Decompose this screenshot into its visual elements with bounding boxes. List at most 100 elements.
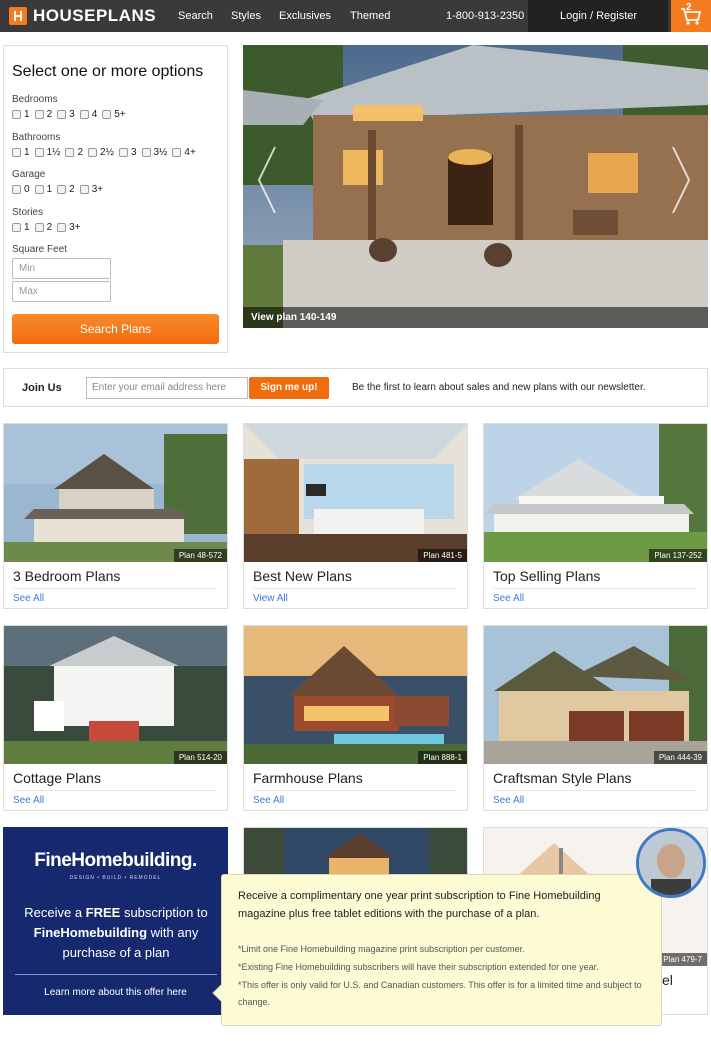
newsletter-email-input[interactable]: Enter your email address here	[86, 377, 248, 399]
card-title[interactable]: Farmhouse Plans	[253, 770, 363, 786]
nav-exclusives[interactable]: Exclusives	[279, 10, 331, 22]
person-photo-icon	[639, 831, 703, 895]
card-image[interactable]: Plan 48-572	[4, 424, 227, 562]
bedrooms-label: Bedrooms	[12, 94, 58, 105]
stories-2-checkbox[interactable]: 2	[34, 222, 52, 233]
offer-note-2: *Existing Fine Homebuilding subscribers …	[238, 962, 599, 972]
see-all-link[interactable]: See All	[253, 795, 284, 806]
bathrooms-2-checkbox[interactable]: 2	[65, 147, 83, 158]
hero-slideshow[interactable]: View plan 140-149	[243, 45, 708, 328]
card-3-bedroom-plans[interactable]: Plan 48-572 3 Bedroom Plans See All	[3, 423, 228, 609]
garage-1-checkbox[interactable]: 1	[34, 184, 52, 195]
card-title[interactable]: Top Selling Plans	[493, 568, 600, 584]
bedrooms-1-checkbox[interactable]: 1	[12, 109, 30, 120]
bathrooms-4plus-checkbox[interactable]: 4+	[172, 147, 196, 158]
card-title[interactable]: Cottage Plans	[13, 770, 101, 786]
stories-1-checkbox[interactable]: 1	[12, 222, 30, 233]
offer-tooltip: Receive a complimentary one year print s…	[212, 874, 662, 1026]
phone-number[interactable]: 1-800-913-2350	[446, 10, 524, 22]
see-all-link[interactable]: See All	[13, 593, 44, 604]
hero-prev-arrow-icon[interactable]	[257, 145, 277, 215]
bedrooms-options: 1 2 3 4 5+	[12, 109, 131, 120]
card-best-new-plans[interactable]: Plan 481-5 Best New Plans View All	[243, 423, 468, 609]
card-divider	[13, 790, 216, 791]
bathrooms-1half-checkbox[interactable]: 1½	[34, 147, 60, 158]
card-farmhouse-plans[interactable]: Plan 888-1 Farmhouse Plans See All	[243, 625, 468, 811]
bedrooms-5plus-checkbox[interactable]: 5+	[102, 109, 126, 120]
card-title[interactable]: 3 Bedroom Plans	[13, 568, 120, 584]
nav-themed[interactable]: Themed	[350, 10, 390, 22]
sqft-min-input[interactable]: Min	[12, 258, 111, 279]
see-all-link[interactable]: See All	[493, 795, 524, 806]
card-craftsman-style-plans[interactable]: Plan 444-39 Craftsman Style Plans See Al…	[483, 625, 708, 811]
bedrooms-4-checkbox[interactable]: 4	[79, 109, 97, 120]
search-options-panel: Select one or more options Bedrooms 1 2 …	[3, 45, 228, 353]
plan-number-tag: Plan 48-572	[173, 549, 227, 562]
nav-styles[interactable]: Styles	[231, 10, 261, 22]
bathrooms-1-checkbox[interactable]: 1	[12, 147, 30, 158]
bedrooms-3-checkbox[interactable]: 3	[57, 109, 75, 120]
stories-label: Stories	[12, 207, 44, 218]
search-plans-button[interactable]: Search Plans	[12, 314, 219, 344]
card-cottage-plans[interactable]: Plan 514-20 Cottage Plans See All	[3, 625, 228, 811]
garage-2-checkbox[interactable]: 2	[57, 184, 75, 195]
login-area: Login / Register	[528, 0, 668, 32]
stories-3plus-checkbox[interactable]: 3+	[57, 222, 81, 233]
hero-next-arrow-icon[interactable]	[671, 145, 691, 215]
card-title-fragment[interactable]: el	[662, 972, 673, 988]
hero-caption-bar[interactable]: View plan 140-149	[243, 307, 708, 328]
square-feet-label: Square Feet	[12, 244, 68, 255]
card-image[interactable]: Plan 888-1	[244, 626, 467, 764]
sqft-max-input[interactable]: Max	[12, 281, 111, 302]
see-all-link[interactable]: See All	[13, 795, 44, 806]
card-title[interactable]: Best New Plans	[253, 568, 352, 584]
garage-label: Garage	[12, 169, 46, 180]
brand-logo[interactable]: HOUSEPLANS	[33, 6, 156, 26]
cart-button[interactable]: 2	[671, 0, 711, 32]
card-divider	[493, 790, 696, 791]
offer-tooltip-main-text: Receive a complimentary one year print s…	[238, 890, 601, 920]
fine-homebuilding-ad[interactable]: FineHomebuilding. DESIGN • BUILD • REMOD…	[3, 827, 228, 1015]
offer-note-1: *Limit one Fine Homebuilding magazine pr…	[238, 944, 525, 954]
nav-search[interactable]: Search	[178, 10, 213, 22]
bathrooms-2half-checkbox[interactable]: 2½	[88, 147, 114, 158]
login-register-link[interactable]: Login / Register	[560, 10, 637, 22]
plan-number-tag: Plan 137-252	[649, 549, 707, 562]
card-top-selling-plans[interactable]: Plan 137-252 Top Selling Plans See All	[483, 423, 708, 609]
see-all-link[interactable]: See All	[493, 593, 524, 604]
plan-number-tag: Plan 888-1	[418, 751, 467, 764]
card-image[interactable]: Plan 481-5	[244, 424, 467, 562]
card-title[interactable]: Craftsman Style Plans	[493, 770, 632, 786]
garage-3plus-checkbox[interactable]: 3+	[79, 184, 103, 195]
house-image	[484, 626, 707, 764]
garage-0-checkbox[interactable]: 0	[12, 184, 30, 195]
plan-number-tag: Plan 481-5	[418, 549, 467, 562]
garage-options: 0 1 2 3+	[12, 184, 108, 195]
fine-homebuilding-tagline: DESIGN • BUILD • REMODEL	[69, 875, 162, 881]
view-all-link[interactable]: View All	[253, 593, 288, 604]
house-image	[4, 424, 227, 562]
ad-copy: Receive a FREE subscription to FineHomeb…	[24, 905, 208, 960]
card-image[interactable]: Plan 444-39	[484, 626, 707, 764]
bedrooms-2-checkbox[interactable]: 2	[34, 109, 52, 120]
card-image[interactable]: Plan 137-252	[484, 424, 707, 562]
top-nav: HOUSEPLANS Search Styles Exclusives Them…	[0, 0, 711, 32]
bathrooms-3half-checkbox[interactable]: 3½	[141, 147, 167, 158]
learn-more-offer-link[interactable]: Learn more about this offer here	[3, 987, 228, 998]
house-image	[484, 424, 707, 562]
search-panel-title: Select one or more options	[12, 63, 204, 80]
card-image[interactable]: Plan 514-20	[4, 626, 227, 764]
hero-caption-text[interactable]: View plan 140-149	[251, 312, 336, 323]
card-divider	[493, 588, 696, 589]
interior-image	[244, 424, 467, 562]
house-logo-icon[interactable]	[9, 7, 27, 25]
card-divider	[13, 588, 216, 589]
bathrooms-label: Bathrooms	[12, 132, 61, 143]
fine-homebuilding-logo: FineHomebuilding.	[34, 850, 197, 871]
offer-note-3: *This offer is only valid for U.S. and C…	[238, 980, 642, 1007]
card-divider	[253, 588, 456, 589]
sign-me-up-button[interactable]: Sign me up!	[249, 377, 329, 399]
bathrooms-3-checkbox[interactable]: 3	[118, 147, 137, 158]
newsletter-bar: Join Us Enter your email address here Si…	[3, 368, 708, 407]
plan-number-tag: Plan 444-39	[653, 751, 707, 764]
